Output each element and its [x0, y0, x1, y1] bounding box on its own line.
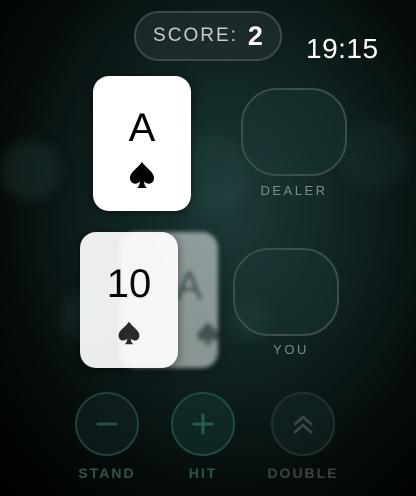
player-card-rank: 10: [106, 262, 152, 306]
stand-button[interactable]: [75, 392, 139, 456]
score-value: 2: [247, 20, 263, 51]
score-label: SCORE:: [153, 25, 238, 46]
bokeh-circle: [340, 120, 410, 190]
spade-icon: [118, 321, 140, 345]
stand-label: STAND: [78, 465, 136, 481]
spade-icon: [197, 321, 219, 345]
plus-icon: [192, 413, 214, 435]
double-button[interactable]: [271, 392, 335, 456]
minus-icon: [96, 422, 118, 426]
score-display: SCORE: 2: [134, 11, 282, 61]
spade-icon: [130, 162, 154, 188]
hit-button[interactable]: [171, 392, 235, 456]
dealer-card-rank: A: [128, 106, 156, 150]
dealer-label: DEALER: [260, 183, 328, 198]
double-label: DOUBLE: [267, 465, 339, 481]
player-card-slot: [233, 248, 339, 336]
status-time: 19:15: [306, 33, 379, 64]
double-chevron-up-icon: [293, 415, 313, 434]
hit-label: HIT: [188, 465, 218, 481]
dealer-card: A: [93, 76, 191, 211]
dealer-card-slot: [241, 88, 347, 176]
player-label: YOU: [273, 342, 309, 357]
bokeh-circle: [0, 140, 60, 200]
player-card: 10: [80, 232, 178, 368]
